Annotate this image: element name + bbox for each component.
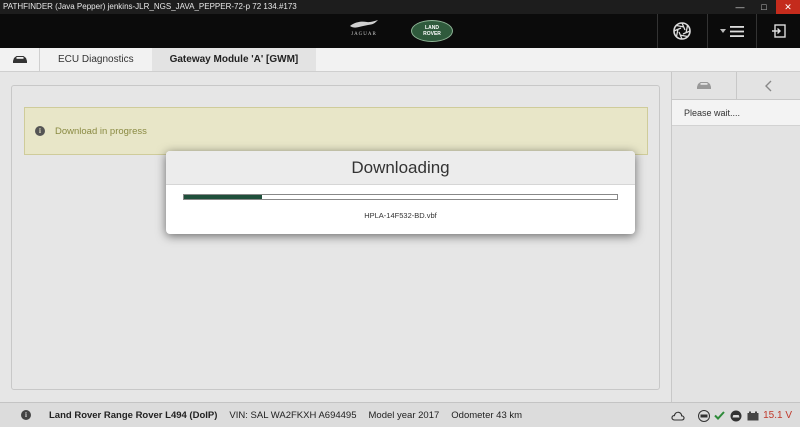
download-alert: i Download in progress: [24, 107, 648, 155]
side-vehicle-button[interactable]: [672, 72, 736, 99]
side-collapse-button[interactable]: [735, 72, 800, 99]
minimize-button[interactable]: —: [728, 0, 752, 14]
logout-icon: [771, 24, 786, 38]
vehicle-name: Land Rover Range Rover L494 (DoIP): [49, 409, 218, 421]
breadcrumb: ECU Diagnostics Gateway Module 'A' [GWM]: [0, 48, 800, 72]
vehicle-connection-icon[interactable]: [729, 410, 743, 422]
jaguar-wordmark: JAGUAR: [351, 32, 377, 37]
vci-connection-icon[interactable]: [697, 409, 711, 422]
menu-button[interactable]: [708, 14, 756, 48]
status-indicators: 15.1 V: [671, 403, 800, 427]
breadcrumb-gateway-module[interactable]: Gateway Module 'A' [GWM]: [151, 48, 317, 71]
model-year-text: Model year 2017: [368, 409, 440, 421]
maximize-button[interactable]: □: [752, 0, 776, 14]
logout-button[interactable]: [757, 14, 800, 48]
caret-down-icon: [720, 29, 726, 33]
chevron-left-icon: [765, 80, 772, 91]
window-title: PATHFINDER (Java Pepper) jenkins-JLR_NGS…: [3, 2, 297, 11]
window-controls: — □ ✕: [728, 0, 800, 14]
landrover-logo: LAND ROVER: [411, 20, 453, 42]
download-progress-bar: [183, 194, 618, 200]
progress-fill: [184, 195, 262, 199]
download-filename: HPLA-14F532-BD.vbf: [364, 211, 437, 220]
side-panel-toolbar: [672, 72, 800, 100]
vehicle-home-button[interactable]: [0, 48, 40, 71]
vin-text: VIN: SAL WA2FKXH A694495: [229, 409, 357, 421]
download-dialog: Downloading HPLA-14F532-BD.vbf: [166, 151, 635, 234]
car-icon: [696, 82, 711, 89]
menu-icon: [730, 25, 744, 37]
camera-shutter-icon: [673, 22, 691, 40]
side-panel-message: Please wait....: [672, 100, 800, 126]
jaguar-leaper-icon: [350, 20, 378, 28]
app-header: JAGUAR LAND ROVER: [0, 14, 800, 48]
odometer-text: Odometer 43 km: [451, 409, 523, 421]
side-panel: Please wait....: [671, 72, 800, 402]
breadcrumb-ecu-diagnostics[interactable]: ECU Diagnostics: [40, 48, 152, 71]
alert-message: Download in progress: [55, 125, 147, 137]
close-button[interactable]: ✕: [776, 0, 800, 14]
battery-voltage: 15.1 V: [763, 410, 792, 421]
car-icon: [12, 56, 27, 63]
camera-shutter-button[interactable]: [657, 14, 707, 48]
cloud-icon[interactable]: [671, 411, 685, 421]
dialog-title: Downloading: [166, 151, 635, 185]
battery-icon: [747, 411, 759, 421]
info-icon[interactable]: i: [21, 410, 31, 420]
window-titlebar: PATHFINDER (Java Pepper) jenkins-JLR_NGS…: [0, 0, 800, 14]
info-icon: i: [35, 126, 45, 136]
status-bar: i Land Rover Range Rover L494 (DoIP) VIN…: [0, 402, 800, 427]
jaguar-logo: JAGUAR: [340, 17, 388, 45]
check-icon: [714, 411, 725, 420]
